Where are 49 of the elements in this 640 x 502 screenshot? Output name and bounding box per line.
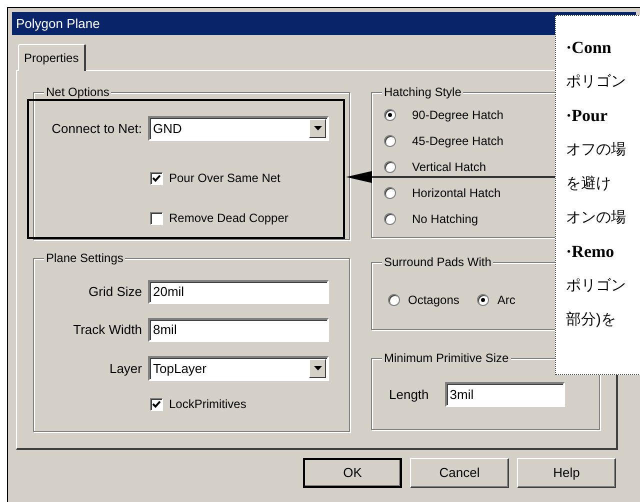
field-label: Connect to Net: [50, 120, 142, 138]
callout-text: オンの場 [566, 208, 627, 228]
radio-label: Arc [497, 292, 516, 309]
callout-text: ポリゴン [566, 276, 627, 296]
radio-label: Octagons [408, 292, 460, 309]
callout-text: 部分)を [566, 310, 617, 330]
window-title: Polygon Plane [16, 14, 100, 33]
callout-text: ·Remo [566, 241, 616, 262]
input-field[interactable]: 3mil [444, 382, 565, 407]
group-title: Hatching Style [382, 85, 464, 99]
group-title: Plane Settings [44, 251, 126, 265]
field-label: Layer [108, 360, 142, 378]
radio-label: 90-Degree Hatch [412, 107, 504, 124]
dialog-button[interactable]: Help [517, 458, 616, 488]
radio-button[interactable] [384, 161, 396, 173]
radio-button[interactable] [384, 187, 396, 199]
checkbox[interactable] [150, 172, 163, 184]
checkbox[interactable] [150, 398, 163, 410]
radio-button[interactable] [384, 109, 396, 121]
radio-button[interactable] [384, 213, 396, 225]
tab[interactable]: Properties [18, 44, 86, 71]
group-title: Minimum Primitive Size [382, 351, 511, 365]
field-label: Track Width [72, 321, 142, 340]
callout-text: を避け [566, 174, 612, 194]
radio-label: 45-Degree Hatch [412, 133, 504, 150]
radio-button[interactable] [384, 135, 396, 147]
checkbox-label: Remove Dead Copper [169, 210, 288, 227]
radio-label: Vertical Hatch [412, 159, 486, 176]
field-label: Grid Size [88, 283, 142, 302]
radio-button[interactable] [477, 294, 490, 306]
radio-label: Horizontal Hatch [412, 185, 501, 202]
dialog-button[interactable]: Cancel [410, 458, 509, 488]
dropdown-field[interactable]: TopLayer [148, 356, 329, 381]
callout-text: ポリゴン [566, 72, 627, 92]
dialog-button[interactable]: OK [303, 458, 402, 488]
group-title: Surround Pads With [382, 255, 494, 269]
callout-text: オフの場 [566, 140, 627, 160]
callout-text: ·Conn [566, 37, 612, 58]
checkbox-label: LockPrimitives [169, 396, 246, 413]
field-label: Length [389, 386, 429, 404]
radio-button[interactable] [388, 294, 400, 306]
checkbox-label: Pour Over Same Net [169, 170, 280, 187]
checkbox[interactable] [150, 212, 163, 224]
radio-label: No Hatching [412, 211, 478, 228]
dropdown-field[interactable]: GND [148, 116, 329, 141]
group-title: Net Options [44, 85, 112, 99]
callout-text: ·Pour [566, 105, 609, 126]
input-field[interactable]: 8mil [148, 318, 329, 342]
input-field[interactable]: 20mil [148, 280, 329, 304]
